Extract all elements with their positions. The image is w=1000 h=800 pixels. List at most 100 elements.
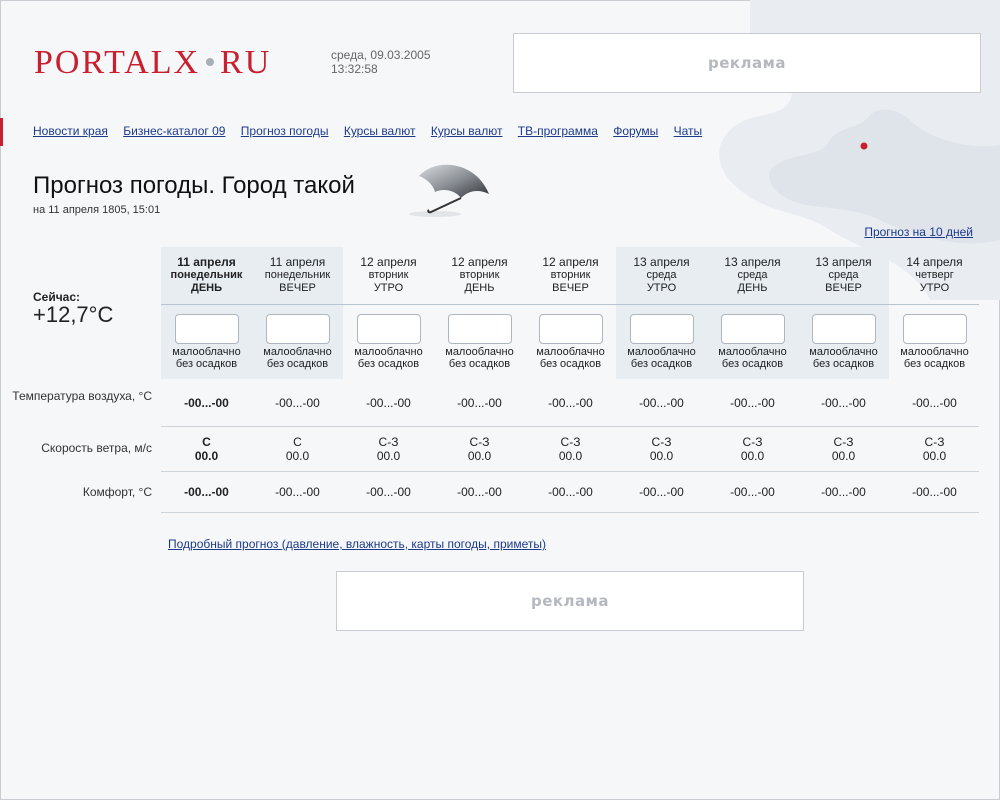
page-title: Прогноз погоды. Город такой	[33, 172, 355, 199]
umbrella-icon	[409, 164, 489, 217]
forecast-part-of-day: УТРО	[646, 282, 677, 294]
ad-label: реклама	[707, 54, 787, 72]
comfort-value: -00...-00	[457, 485, 502, 499]
precipitation: без осадков	[266, 358, 329, 370]
ad-banner-top[interactable]: реклама	[513, 33, 981, 93]
temperature-value: -00...-00	[912, 396, 957, 410]
weather-description: малооблачно без осадков	[525, 346, 616, 370]
temperature-value: -00...-00	[821, 396, 866, 410]
logo[interactable]: PORTALX RU	[34, 44, 271, 82]
forecast-date: 13 апреля	[633, 255, 690, 269]
row-label-comfort: Комфорт, °С	[82, 485, 152, 499]
forecast-weekday: среда	[828, 269, 859, 281]
comfort-value: -00...-00	[366, 485, 411, 499]
forecast-weekday: вторник	[550, 269, 591, 281]
weather-description: малооблачно без осадков	[707, 346, 798, 370]
ad-banner-middle[interactable]: реклама	[336, 571, 804, 631]
row-divider	[161, 512, 979, 513]
weather-icon	[630, 314, 694, 344]
temperature-value: -00...-00	[184, 396, 229, 410]
wind-speed: 00.0	[285, 449, 310, 463]
wind-speed: 00.0	[467, 449, 492, 463]
wind-direction: С	[202, 435, 211, 449]
weather-description: малооблачно без осадков	[343, 346, 434, 370]
temperature-value: -00...-00	[730, 396, 775, 410]
weather-description: малооблачно без осадков	[798, 346, 889, 370]
forecast-weekday: понедельник	[170, 269, 243, 281]
wind-direction: С-З	[378, 435, 399, 449]
row-divider	[161, 471, 979, 472]
nav-item-business-catalog[interactable]: Бизнес-каталог 09	[123, 124, 225, 138]
forecast-period-header: 12 апреля вторник ВЕЧЕР	[525, 256, 616, 295]
nav-item-tv[interactable]: ТВ-программа	[518, 124, 598, 138]
precipitation: без осадков	[175, 358, 238, 370]
weather-icon	[721, 314, 785, 344]
forecast-weekday: вторник	[368, 269, 409, 281]
cloudiness: малооблачно	[718, 346, 787, 358]
now-temperature: +12,7°C	[33, 302, 114, 327]
comfort-value: -00...-00	[912, 485, 957, 499]
wind-speed: 00.0	[740, 449, 765, 463]
temperature-value: -00...-00	[548, 396, 593, 410]
forecast-part-of-day: ДЕНЬ	[737, 282, 768, 294]
wind-value: С-З 00.0	[707, 435, 798, 463]
weather-icon	[903, 314, 967, 344]
temperature-value: -00...-00	[457, 396, 502, 410]
datetime: среда, 09.03.2005 13:32:58	[331, 48, 431, 76]
forecast-period-header: 11 апреля понедельник ВЕЧЕР	[252, 256, 343, 295]
forecast-part-of-day: ВЕЧЕР	[279, 282, 316, 294]
comfort-value: -00...-00	[730, 485, 775, 499]
forecast-date: 13 апреля	[815, 255, 872, 269]
comfort-value: -00...-00	[275, 485, 320, 499]
main-nav: Новости края Бизнес-каталог 09 Прогноз п…	[33, 124, 714, 138]
cloudiness: малооблачно	[900, 346, 969, 358]
wind-direction: С-З	[924, 435, 945, 449]
forecast-weekday: среда	[737, 269, 768, 281]
wind-direction: С-З	[742, 435, 763, 449]
comfort-value: -00...-00	[548, 485, 593, 499]
forecast-part-of-day: ВЕЧЕР	[825, 282, 862, 294]
nav-item-currency-1[interactable]: Курсы валют	[344, 124, 416, 138]
nav-item-weather[interactable]: Прогноз погоды	[241, 124, 329, 138]
forecast-date: 12 апреля	[542, 255, 599, 269]
forecast-period-header: 13 апреля среда УТРО	[616, 256, 707, 295]
wind-value: С-З 00.0	[525, 435, 616, 463]
cloudiness: малооблачно	[445, 346, 514, 358]
weather-description: малооблачно без осадков	[161, 346, 252, 370]
wind-value: С-З 00.0	[343, 435, 434, 463]
wind-value: С-З 00.0	[798, 435, 889, 463]
page-subtitle: на 11 апреля 1805, 15:01	[33, 204, 161, 216]
nav-item-news[interactable]: Новости края	[33, 124, 108, 138]
temperature-value: -00...-00	[275, 396, 320, 410]
wind-speed: 00.0	[558, 449, 583, 463]
wind-value: С-З 00.0	[434, 435, 525, 463]
nav-item-currency-2[interactable]: Курсы валют	[431, 124, 503, 138]
forecast-date: 11 апреля	[269, 255, 326, 269]
wind-direction: С-З	[651, 435, 672, 449]
weather-icon	[539, 314, 603, 344]
nav-item-chats[interactable]: Чаты	[674, 124, 703, 138]
ad-label: реклама	[530, 592, 610, 610]
weather-description: малооблачно без осадков	[252, 346, 343, 370]
row-label-temperature: Температура воздуха, °С	[12, 389, 152, 403]
weather-icon	[357, 314, 421, 344]
comfort-value: -00...-00	[821, 485, 866, 499]
precipitation: без осадков	[903, 358, 966, 370]
wind-speed: 00.0	[649, 449, 674, 463]
nav-marker	[0, 118, 3, 146]
cloudiness: малооблачно	[809, 346, 878, 358]
cloudiness: малооблачно	[354, 346, 423, 358]
forecast-part-of-day: ДЕНЬ	[464, 282, 495, 294]
precipitation: без осадков	[721, 358, 784, 370]
wind-speed: 00.0	[194, 449, 219, 463]
forecast-weekday: среда	[646, 269, 677, 281]
nav-item-forums[interactable]: Форумы	[613, 124, 658, 138]
weather-description: малооблачно без осадков	[434, 346, 525, 370]
row-divider	[161, 426, 979, 427]
weather-icon	[175, 314, 239, 344]
ten-days-forecast-link[interactable]: Прогноз на 10 дней	[864, 225, 973, 239]
detailed-forecast-link[interactable]: Подробный прогноз (давление, влажность, …	[168, 537, 546, 551]
logo-text-left: PORTALX	[34, 44, 201, 81]
temperature-value: -00...-00	[639, 396, 684, 410]
logo-text-right: RU	[220, 44, 272, 81]
